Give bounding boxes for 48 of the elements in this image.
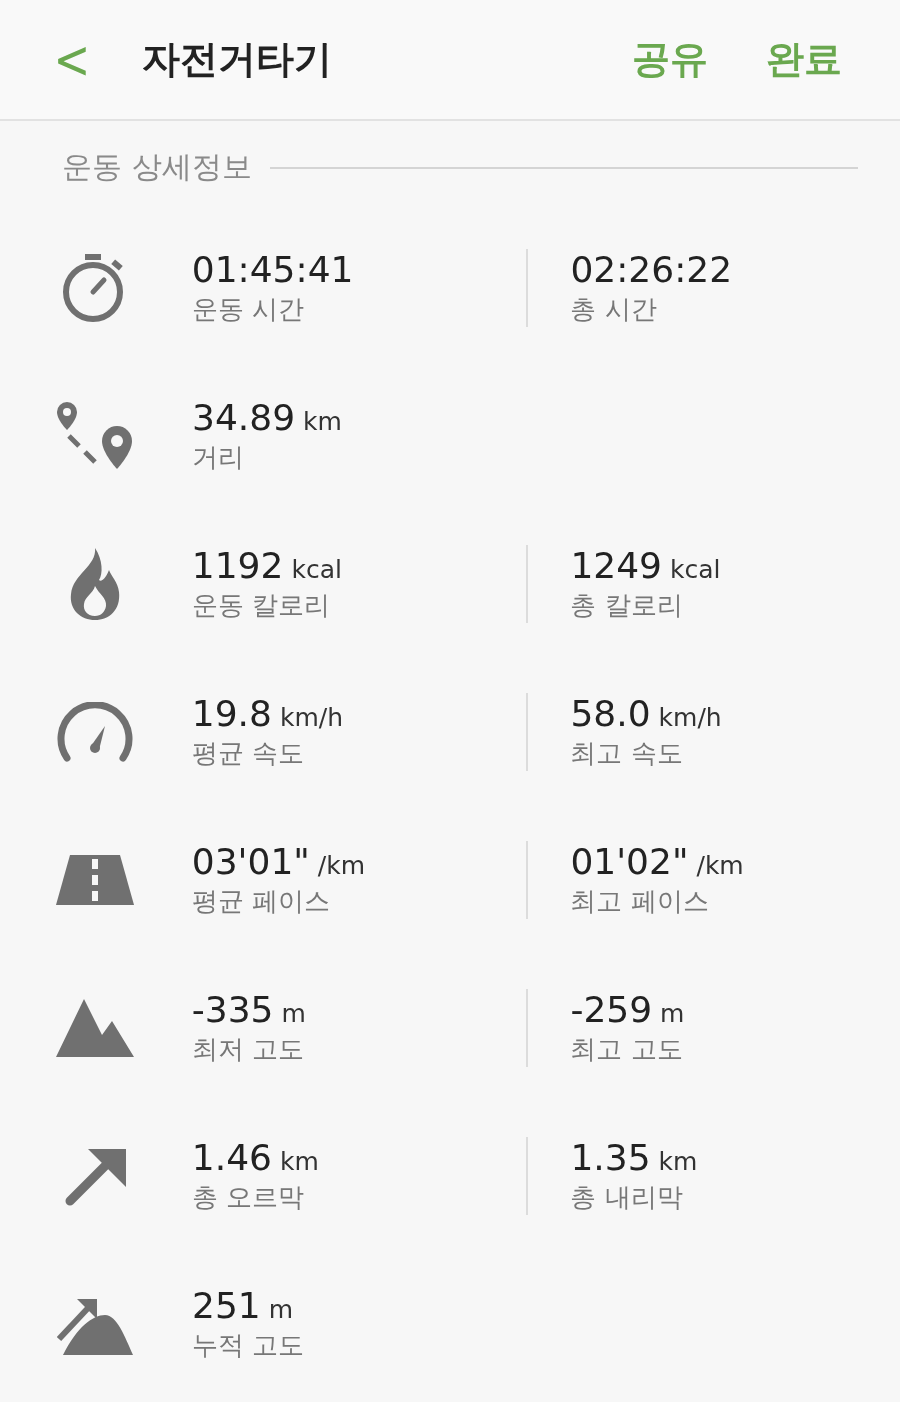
metric-value: 1.46 bbox=[191, 1137, 272, 1178]
metric-unit: km/h bbox=[279, 703, 344, 732]
metric-value: 58.0 bbox=[570, 693, 651, 734]
metric-value: -335 bbox=[191, 989, 274, 1030]
metric-label: 총 오르막 bbox=[191, 1181, 306, 1214]
metric-value: 03'01" bbox=[191, 841, 310, 882]
metric-value: 19.8 bbox=[191, 693, 272, 734]
metric-unit: m bbox=[660, 999, 685, 1028]
metric-value: -259 bbox=[570, 989, 653, 1030]
metric-unit: kcal bbox=[291, 555, 342, 584]
metric-label: 운동 시간 bbox=[191, 293, 306, 326]
metric-value: 34.89 bbox=[192, 397, 296, 438]
metric-unit: kcal bbox=[670, 555, 721, 584]
metric-unit: km/h bbox=[658, 703, 722, 732]
metric-value: 1192 bbox=[191, 545, 284, 586]
metric-value: 01'02" bbox=[570, 841, 689, 882]
metric-value: 01:45:41 bbox=[191, 249, 354, 290]
metric-value: 1.35 bbox=[570, 1137, 651, 1178]
metric-label: 운동 칼로리 bbox=[191, 589, 332, 622]
metric-label: 최고 속도 bbox=[570, 737, 684, 770]
metric-label: 총 시간 bbox=[570, 293, 658, 326]
back-button[interactable]: < bbox=[52, 28, 92, 91]
metric-unit: km bbox=[303, 407, 342, 436]
metric-unit: m bbox=[281, 999, 306, 1028]
metric-unit: m bbox=[268, 1295, 294, 1324]
metric-label: 총 칼로리 bbox=[570, 589, 684, 622]
page-title: 자전거타기 bbox=[142, 36, 333, 83]
speedometer-icon bbox=[56, 702, 133, 762]
metric-label: 평균 속도 bbox=[191, 737, 306, 770]
metric-label: 누적 고도 bbox=[192, 1329, 306, 1362]
metric-unit: km bbox=[279, 1147, 319, 1176]
action-button[interactable]: 완료 bbox=[766, 34, 842, 85]
metric-unit: /km bbox=[696, 851, 744, 880]
metric-label: 거리 bbox=[192, 441, 245, 474]
metric-label: 최고 페이스 bbox=[570, 885, 710, 918]
metric-label: 최고 고도 bbox=[570, 1033, 684, 1066]
metric-label: 총 내리막 bbox=[570, 1181, 684, 1214]
metric-label: 최저 고도 bbox=[191, 1033, 306, 1066]
mountain-icon bbox=[55, 999, 134, 1057]
metric-unit: /km bbox=[317, 851, 366, 880]
metric-unit: km bbox=[658, 1147, 698, 1176]
metric-value: 251 bbox=[192, 1285, 261, 1326]
metric-label: 평균 페이스 bbox=[191, 885, 332, 918]
section-title: 운동 상세정보 bbox=[62, 148, 252, 186]
metric-value: 02:26:22 bbox=[570, 249, 733, 290]
action-button[interactable]: 공유 bbox=[632, 34, 708, 85]
road-icon bbox=[55, 855, 134, 905]
metric-value: 1249 bbox=[570, 545, 662, 586]
